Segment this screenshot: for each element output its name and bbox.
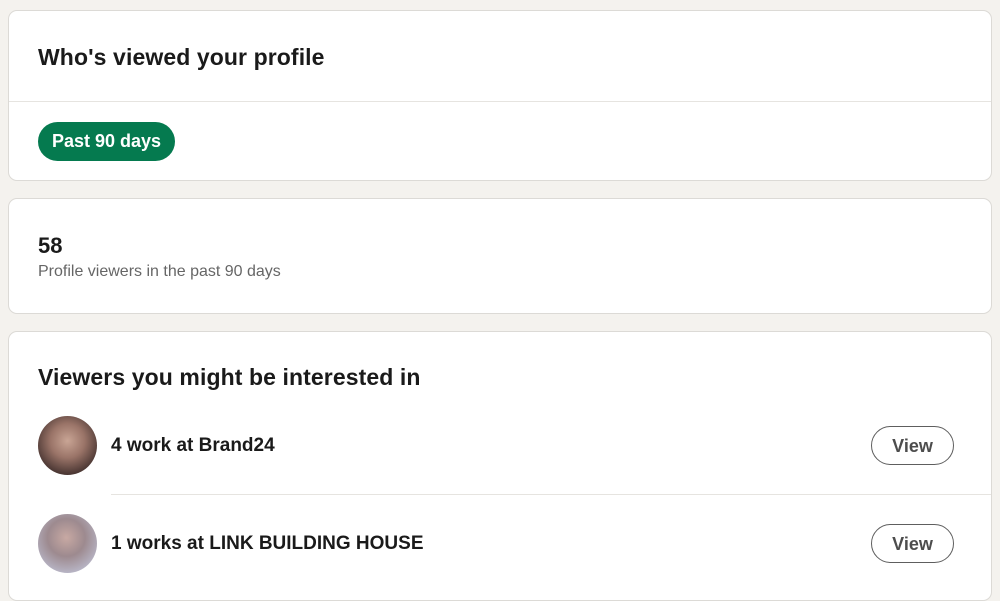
interesting-viewers-title: Viewers you might be interested in	[38, 364, 421, 390]
avatar[interactable]	[38, 514, 97, 573]
divider	[111, 494, 991, 495]
list-item[interactable]: 4 work at Brand24 View	[9, 416, 991, 476]
profile-viewers-count: 58	[38, 233, 63, 258]
page-title: Who's viewed your profile	[38, 44, 325, 70]
interesting-viewers-card: Viewers you might be interested in 4 wor…	[8, 331, 992, 601]
viewer-company-text: 4 work at Brand24	[111, 435, 275, 456]
list-item[interactable]: 1 works at LINK BUILDING HOUSE View	[9, 514, 991, 574]
view-button[interactable]: View	[871, 524, 954, 563]
profile-viewers-stats-card: 58 Profile viewers in the past 90 days	[8, 198, 992, 314]
profile-viewers-header-card: Who's viewed your profile Past 90 days	[8, 10, 992, 181]
past-90-days-filter-pill[interactable]: Past 90 days	[38, 122, 176, 161]
profile-viewers-count-label: Profile viewers in the past 90 days	[38, 263, 281, 280]
divider	[9, 101, 991, 102]
view-button[interactable]: View	[871, 426, 954, 465]
viewer-company-text: 1 works at LINK BUILDING HOUSE	[111, 533, 424, 554]
avatar[interactable]	[38, 416, 97, 475]
